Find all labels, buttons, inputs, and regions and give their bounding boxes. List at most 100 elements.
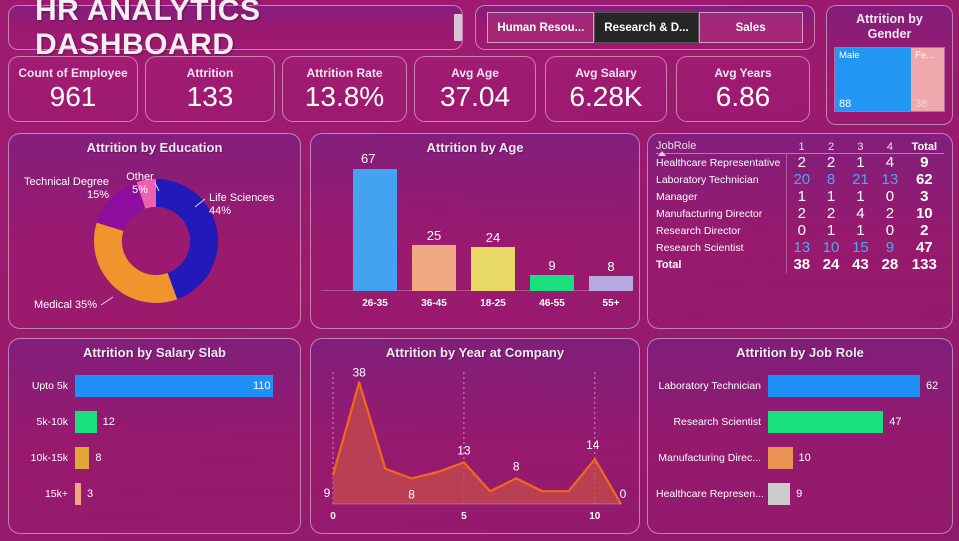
hbar-rect[interactable]	[75, 375, 273, 397]
matrix-row-label: Manager	[656, 188, 788, 205]
matrix-row-total: 10	[915, 205, 933, 222]
matrix-cell: 1	[856, 188, 865, 205]
hbar-category-label: 5k-10k	[36, 416, 68, 428]
year-area-chart[interactable]: 9 38 8 13 8 14 0 0 5 10	[315, 362, 635, 528]
matrix-total-cell: 43	[852, 256, 869, 273]
age-bar-46-55[interactable]: 9	[530, 253, 574, 291]
matrix-cell: 2	[885, 205, 895, 222]
table-row[interactable]: Manufacturing Director 2 2 4 2 10	[656, 205, 944, 222]
age-bar-rect[interactable]	[353, 168, 397, 291]
matrix-cell: 1	[826, 188, 836, 205]
matrix-grand-total: 133	[911, 256, 937, 273]
dept-filter-human-resources[interactable]: Human Resou...	[487, 12, 595, 43]
matrix-cell: 20	[793, 171, 811, 188]
matrix-column-header-4[interactable]: 4	[875, 140, 904, 154]
matrix-column-header-3[interactable]: 3	[846, 140, 875, 154]
hbar-value: 47	[889, 416, 902, 428]
hbar-row[interactable]: Healthcare Represen... 9	[656, 476, 942, 512]
dashboard-title-panel: HR ANALYTICS DASHBOARD	[8, 0, 463, 61]
age-bar-rect[interactable]	[471, 247, 515, 291]
kpi-card-avg-age: Avg Age 37.04	[414, 56, 536, 122]
matrix-cell: 2	[797, 205, 806, 222]
hbar-category-label: 10k-15k	[30, 452, 68, 464]
age-bar-category-label: 46-55	[539, 298, 565, 309]
page-title: HR ANALYTICS DASHBOARD	[35, 0, 261, 61]
hbar-value: 3	[87, 488, 94, 500]
table-row[interactable]: Research Scientist 13 10 15 9 47	[656, 239, 944, 256]
hbar-rect[interactable]	[75, 447, 90, 469]
kpi-value: 6.28K	[569, 80, 643, 112]
matrix-cell: 8	[826, 171, 836, 188]
treemap-cell-female[interactable]: Fe... 38	[911, 48, 944, 111]
age-bar-value: 67	[361, 150, 376, 166]
gender-chart-title: Attrition by Gender	[856, 12, 923, 41]
age-bar-26-35[interactable]: 67	[353, 147, 397, 291]
matrix-header-row: JobRole 1 2 3 4 Total	[656, 140, 944, 156]
area-point-value: 13	[457, 443, 471, 457]
age-bar-value: 9	[548, 257, 556, 273]
gender-treemap[interactable]: Male 88 Fe... 38	[834, 47, 945, 112]
donut-label-technical-degree: 15%	[87, 189, 109, 201]
hbar-row[interactable]: 5k-10k 12	[17, 404, 290, 440]
donut-slice-medical[interactable]	[94, 222, 178, 303]
age-bar-rect[interactable]	[412, 245, 456, 291]
matrix-cell: 13	[793, 239, 811, 256]
matrix-row-label: Research Scientist	[656, 239, 788, 256]
hbar-rect[interactable]	[768, 447, 793, 469]
attrition-by-education-panel: Attrition by Education Life Sciences 44% M…	[8, 133, 301, 329]
matrix-cell: 0	[885, 188, 895, 205]
age-bar-value: 8	[607, 259, 615, 275]
matrix-column-header-total[interactable]: Total	[905, 140, 944, 154]
jobrole-bar-plot[interactable]: Laboratory Technician 62 Research Scientis…	[648, 360, 952, 512]
matrix-column-header-jobrole[interactable]: JobRole	[656, 140, 787, 156]
hbar-rect[interactable]	[768, 411, 884, 433]
matrix-cell: 2	[797, 154, 806, 171]
hbar-value: 9	[796, 488, 803, 500]
jobrole-matrix-table[interactable]: JobRole 1 2 3 4 Total Healthcare Represe…	[656, 140, 944, 273]
matrix-row-total: 9	[920, 154, 929, 171]
treemap-cell-male[interactable]: Male 88	[835, 48, 912, 111]
dept-filter-sales[interactable]: Sales	[698, 12, 803, 43]
donut-label-other: 5%	[132, 184, 148, 196]
hbar-row[interactable]: Upto 5k 110	[17, 368, 290, 404]
hbar-rect[interactable]	[768, 483, 791, 505]
hbar-category-label: Laboratory Technician	[658, 380, 761, 392]
hbar-rect[interactable]	[768, 375, 920, 397]
dept-filter-research-development[interactable]: Research & D...	[594, 12, 699, 43]
table-row[interactable]: Manager 1 1 1 0 3	[656, 188, 944, 205]
age-bar-rect[interactable]	[589, 276, 633, 291]
hbar-row[interactable]: Manufacturing Direc... 10	[656, 440, 942, 476]
hbar-row[interactable]: 15k+ 3	[17, 476, 290, 512]
treemap-female-label: Fe...	[915, 50, 935, 61]
area-x-tick-label: 0	[330, 511, 336, 522]
matrix-column-header-1[interactable]: 1	[787, 140, 816, 154]
age-bar-36-45[interactable]: 25	[412, 223, 456, 291]
kpi-label: Attrition Rate	[306, 65, 383, 80]
age-bar-55+[interactable]: 8	[589, 254, 633, 291]
department-slicer[interactable]: Human Resou... Research & D... Sales	[475, 5, 815, 50]
education-donut-chart[interactable]: Life Sciences44% Medical 35% Technical Deg…	[9, 155, 302, 327]
kpi-card-avg-years: Avg Years 6.86	[676, 56, 810, 122]
table-row[interactable]: Research Director 0 1 1 0 2	[656, 222, 944, 239]
table-row[interactable]: Healthcare Representative 2 2 1 4 9	[656, 153, 944, 171]
matrix-column-header-2[interactable]: 2	[816, 140, 845, 154]
area-point-value: 8	[408, 487, 415, 501]
hbar-category-label: Manufacturing Direc...	[658, 452, 761, 464]
salary-bar-plot[interactable]: Upto 5k 110 5k-10k 12 10k-15k 8 15k+ 3	[9, 360, 300, 512]
hbar-row[interactable]: Laboratory Technician 62	[656, 368, 942, 404]
kpi-card-attrition: Attrition 133	[145, 56, 275, 122]
age-bar-18-25[interactable]: 24	[471, 225, 515, 291]
year-chart-title: Attrition by Year at Company	[385, 345, 565, 360]
hbar-row[interactable]: 10k-15k 8	[17, 440, 290, 476]
age-bar-category-label: 26-35	[362, 298, 388, 309]
hbar-rect[interactable]	[75, 411, 97, 433]
age-column-plot[interactable]: 67 26-35 25 36-45 24 18-25 9 46-55 8 55+	[321, 151, 633, 311]
age-bar-rect[interactable]	[530, 274, 574, 291]
kpi-label: Avg Age	[451, 65, 499, 80]
sort-ascending-icon[interactable]	[658, 151, 666, 156]
table-row[interactable]: Laboratory Technician 20 8 21 13 62	[656, 171, 944, 188]
hbar-row[interactable]: Research Scientist 47	[656, 404, 942, 440]
matrix-cell: 4	[885, 154, 895, 171]
area-fill[interactable]	[333, 382, 621, 504]
hbar-category-label: Healthcare Represen...	[656, 488, 764, 500]
